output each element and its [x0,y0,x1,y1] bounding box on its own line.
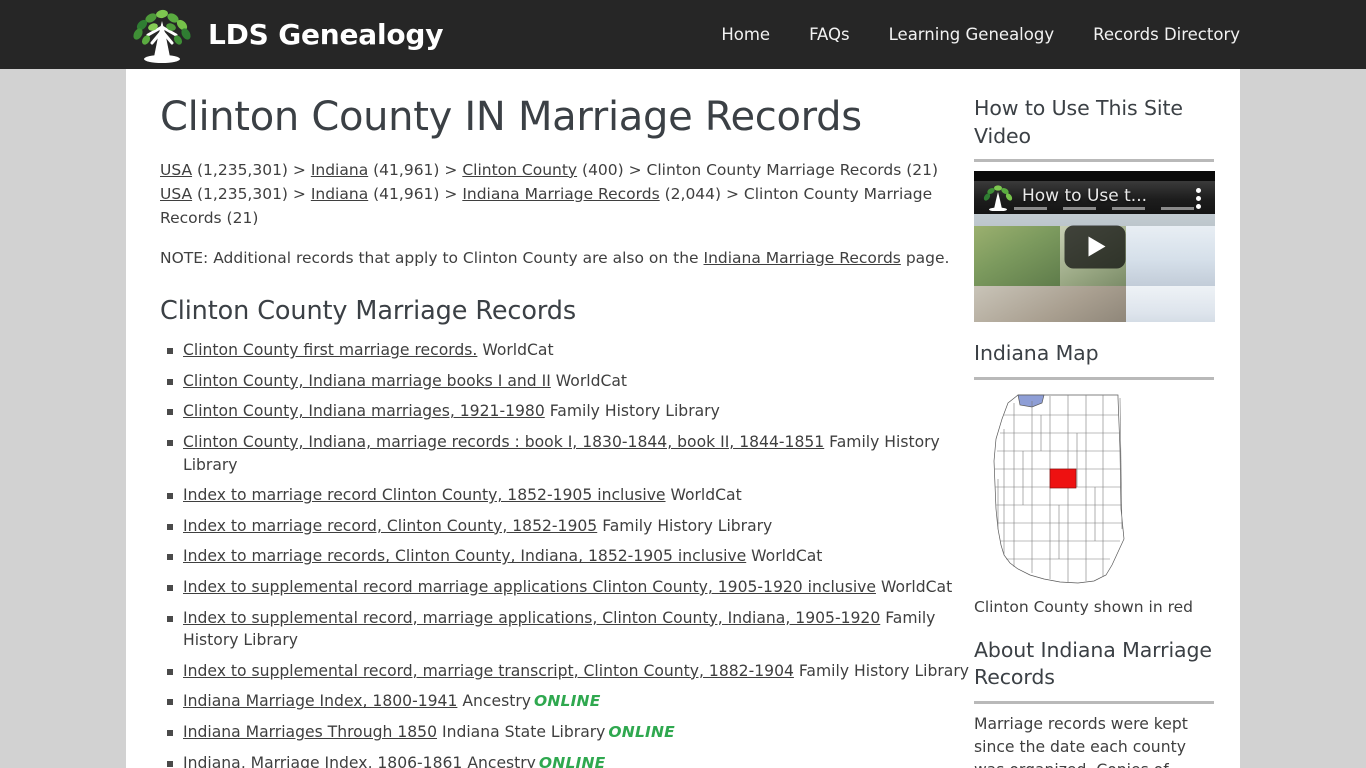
note-link-indiana-marriage-records[interactable]: Indiana Marriage Records [704,249,901,267]
breadcrumb-text: (41,961) > [368,160,463,179]
record-link[interactable]: Index to marriage record, Clinton County… [183,517,597,535]
main-column: Clinton County IN Marriage Records USA (… [143,95,973,768]
site-brand-name: LDS Genealogy [208,17,444,51]
video-thumbnail-nav-items [1014,204,1194,213]
record-source: Ancestry [457,692,531,711]
record-link[interactable]: Clinton County, Indiana, marriage record… [183,433,824,451]
nav-item-learning-genealogy[interactable]: Learning Genealogy [889,25,1054,44]
record-link[interactable]: Indiana, Marriage Index, 1806-1861 [183,754,462,768]
record-source: WorldCat [550,371,628,390]
list-item: Index to marriage record Clinton County,… [160,484,973,507]
record-source: WorldCat [477,341,554,360]
record-source: WorldCat [746,547,823,566]
breadcrumb-row-1: USA (1,235,301) > Indiana (41,961) > Cli… [160,158,973,182]
record-link[interactable]: Clinton County first marriage records. [183,341,477,359]
map-caption: Clinton County shown in red [974,598,1193,617]
list-item: Clinton County, Indiana, marriage record… [160,431,973,476]
record-link[interactable]: Index to supplemental record, marriage t… [183,662,794,680]
breadcrumb-text: (41,961) > [368,184,463,203]
list-item: Clinton County, Indiana marriages, 1921-… [160,400,973,423]
content-container: Clinton County IN Marriage Records USA (… [126,69,1240,768]
section-title: Clinton County Marriage Records [160,296,577,327]
tree-logo-icon [133,9,191,63]
collage-photo-3 [1126,226,1215,287]
record-source: Ancestry [462,753,536,768]
record-link[interactable]: Index to supplemental record marriage ap… [183,578,876,596]
record-source: Family History Library [597,516,773,535]
sidebar: How to Use This Site Video How to Use t.… [973,95,1215,768]
nav-item-records-directory[interactable]: Records Directory [1093,25,1240,44]
records-list: Clinton County first marriage records. W… [160,339,973,768]
page-title: Clinton County IN Marriage Records [160,94,862,140]
record-source: Family History Library [544,402,720,421]
collage-photo-5 [1126,286,1215,323]
nav-item-home[interactable]: Home [721,25,770,44]
indiana-county-map[interactable] [974,389,1215,589]
record-link[interactable]: Clinton County, Indiana marriage books I… [183,372,551,390]
list-item: Index to supplemental record, marriage a… [160,607,973,652]
breadcrumb-text: (1,235,301) > [192,160,311,179]
record-link[interactable]: Indiana Marriages Through 1850 [183,723,437,741]
note-suffix: page. [900,248,950,267]
online-badge: ONLINE [538,753,606,768]
breadcrumb-link[interactable]: USA [160,161,192,179]
list-item: Indiana, Marriage Index, 1806-1861 Ances… [160,752,973,768]
record-link[interactable]: Index to marriage records, Clinton Count… [183,547,746,565]
about-widget: About Indiana Marriage Records Marriage … [974,637,1214,768]
record-source: WorldCat [665,486,742,505]
main-navigation: Home FAQs Learning Genealogy Records Dir… [721,0,1240,69]
record-link[interactable]: Index to supplemental record, marriage a… [183,609,880,627]
play-icon[interactable] [1064,225,1125,269]
highlighted-county [1049,468,1077,489]
video-top-bar [974,171,1215,182]
record-link[interactable]: Index to marriage record Clinton County,… [183,486,666,504]
record-source: Indiana State Library [437,723,606,742]
collage-photo-4 [974,286,1126,323]
video-widget: How to Use This Site Video How to Use t.… [974,95,1215,323]
breadcrumb-text: (1,235,301) > [192,184,311,203]
breadcrumb-row-2: USA (1,235,301) > Indiana (41,961) > Ind… [160,182,973,230]
online-badge: ONLINE [533,692,601,711]
about-widget-text: Marriage records were kept since the dat… [974,715,1188,768]
collage-photo-1 [974,226,1060,287]
record-link[interactable]: Clinton County, Indiana marriages, 1921-… [183,402,545,420]
record-link[interactable]: Indiana Marriage Index, 1800-1941 [183,692,457,710]
note-text: NOTE: Additional records that apply to C… [160,247,973,270]
breadcrumb-link[interactable]: Indiana [311,161,368,179]
nav-item-faqs[interactable]: FAQs [809,25,850,44]
breadcrumb-link[interactable]: USA [160,185,192,203]
online-badge: ONLINE [608,723,675,742]
record-source: Family History Library [793,661,969,680]
indiana-map-icon [993,394,1125,584]
map-widget: Indiana Map Clinton County shown in red [974,340,1214,618]
video-widget-title: How to Use This Site Video [974,95,1214,163]
list-item: Index to supplemental record, marriage t… [160,660,973,683]
list-item: Clinton County first marriage records. W… [160,339,973,362]
list-item: Index to supplemental record marriage ap… [160,576,973,599]
site-logo-link[interactable]: LDS Genealogy [126,0,444,69]
list-item: Index to marriage records, Clinton Count… [160,545,973,568]
map-widget-title: Indiana Map [974,340,1214,381]
video-overlay-title: How to Use t... [1022,186,1148,207]
site-header: LDS Genealogy Home FAQs Learning Genealo… [0,0,1366,69]
breadcrumb-text: (400) > Clinton County Marriage Records … [577,160,939,179]
about-widget-title: About Indiana Marriage Records [974,637,1214,705]
list-item: Indiana Marriages Through 1850 Indiana S… [160,721,973,744]
record-source: WorldCat [875,577,953,596]
kebab-menu-icon[interactable] [1196,188,1201,210]
list-item: Clinton County, Indiana marriage books I… [160,370,973,393]
breadcrumb: USA (1,235,301) > Indiana (41,961) > Cli… [160,158,973,230]
note-prefix: NOTE: Additional records that apply to C… [160,248,704,267]
list-item: Indiana Marriage Index, 1800-1941 Ancest… [160,690,973,713]
breadcrumb-link[interactable]: Indiana [311,185,368,203]
breadcrumb-link[interactable]: Clinton County [462,161,577,179]
video-player[interactable]: How to Use t... [974,171,1215,323]
list-item: Index to marriage record, Clinton County… [160,515,973,538]
breadcrumb-link[interactable]: Indiana Marriage Records [462,185,659,203]
page-root: LDS Genealogy Home FAQs Learning Genealo… [0,0,1366,768]
video-thumbnail-tree-icon [983,185,1013,212]
